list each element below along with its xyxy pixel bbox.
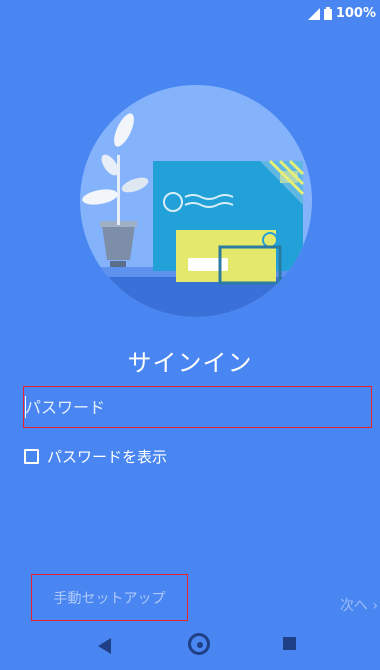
next-button[interactable]: 次へ ›: [340, 595, 378, 615]
password-input[interactable]: [24, 387, 371, 427]
sign-in-illustration: [80, 85, 312, 317]
show-password-label: パスワードを表示: [47, 448, 168, 466]
navigation-bar: [0, 622, 380, 670]
show-password-checkbox[interactable]: [24, 449, 39, 464]
status-bar: 100%: [0, 0, 380, 26]
manual-setup-button[interactable]: 手動セットアップ: [31, 574, 188, 621]
show-password-toggle[interactable]: パスワードを表示: [24, 446, 167, 467]
battery-icon: [323, 7, 332, 20]
page-title: サインイン: [127, 349, 253, 377]
back-icon[interactable]: [98, 638, 111, 654]
signal-icon: [307, 7, 320, 20]
password-field-container[interactable]: [23, 386, 372, 428]
battery-percent: 100%: [335, 6, 376, 21]
recent-apps-icon[interactable]: [283, 637, 296, 650]
manual-setup-label: 手動セットアップ: [53, 590, 166, 607]
home-icon[interactable]: [188, 633, 210, 655]
status-icons: 100%: [307, 6, 376, 21]
home-dot-icon: [197, 642, 203, 648]
text-caret: [25, 396, 26, 418]
